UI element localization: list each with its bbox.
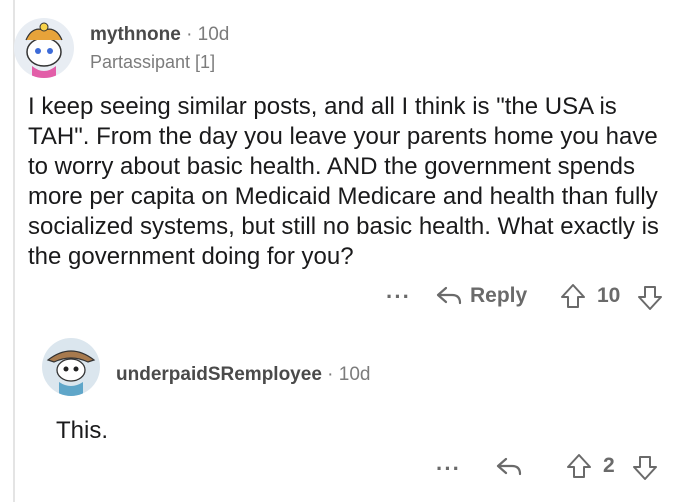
reply-button[interactable]	[496, 456, 522, 483]
more-dots-icon: ···	[436, 456, 461, 481]
separator-dot: ·	[186, 24, 193, 45]
upvote-icon	[561, 284, 585, 308]
reddit-avatar	[46, 350, 96, 396]
downvote-button[interactable]	[637, 285, 663, 316]
more-options-button[interactable]: ···	[386, 284, 411, 310]
comment-header: mythnone · 10d	[90, 24, 229, 46]
comment-age: 10d	[197, 24, 230, 45]
upvote-button[interactable]	[566, 453, 592, 484]
comment-body: This.	[56, 417, 109, 444]
vote-score: 2	[603, 454, 615, 477]
comment-age: 10d	[338, 364, 371, 385]
reply-label: Reply	[470, 284, 528, 307]
username[interactable]: mythnone	[90, 24, 181, 45]
reply-thread-line	[13, 324, 15, 502]
downvote-button[interactable]	[632, 455, 658, 486]
comment-header: underpaidSRemployee · 10d	[116, 364, 370, 386]
upvote-button[interactable]	[560, 283, 586, 314]
user-flair: Partassipant [1]	[90, 52, 216, 72]
downvote-icon	[633, 456, 657, 480]
username[interactable]: underpaidSRemployee	[116, 364, 322, 385]
vote-score: 10	[597, 284, 621, 307]
more-dots-icon: ···	[386, 284, 411, 309]
upvote-icon	[567, 454, 591, 478]
reply-arrow-icon	[436, 286, 462, 305]
avatar[interactable]	[42, 338, 100, 396]
reddit-avatar	[25, 22, 63, 78]
more-options-button[interactable]: ···	[436, 456, 461, 482]
reply-button[interactable]: Reply	[436, 284, 527, 308]
downvote-icon	[638, 286, 662, 310]
reply-arrow-icon	[496, 457, 522, 476]
comment-body: I keep seeing similar posts, and all I t…	[28, 93, 659, 270]
separator-dot: ·	[327, 364, 334, 385]
avatar[interactable]	[14, 18, 74, 78]
